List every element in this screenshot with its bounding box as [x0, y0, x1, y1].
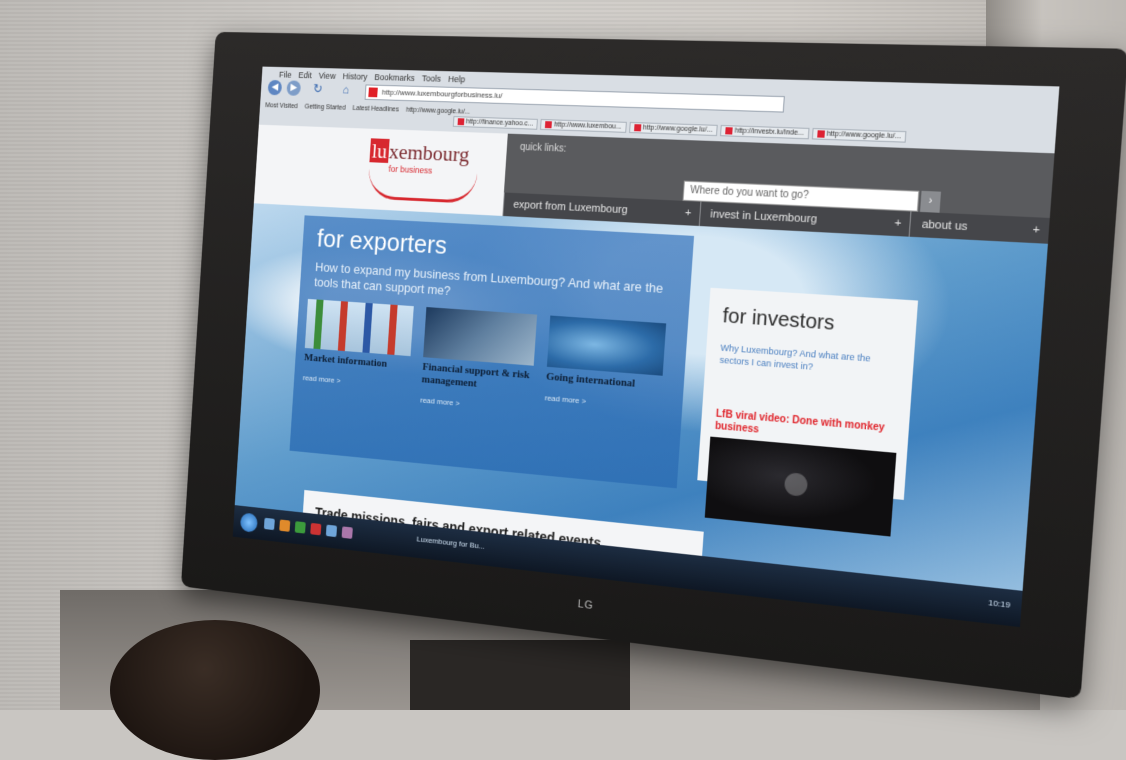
- menu-bar: File Edit View History Bookmarks Tools H…: [279, 70, 466, 84]
- monitor-stand: [410, 640, 630, 710]
- plus-icon: +: [684, 207, 692, 220]
- firefox-icon[interactable]: [279, 519, 291, 532]
- card-financial-support[interactable]: Financial support & risk management read…: [420, 307, 538, 414]
- monitor: File Edit View History Bookmarks Tools H…: [180, 31, 1126, 700]
- investors-description[interactable]: Why Luxembourg? And what are the sectors…: [719, 342, 897, 380]
- logo-swoosh-icon: [367, 168, 478, 204]
- monitor-brand-logo: LG: [577, 598, 595, 613]
- media-icon[interactable]: [294, 521, 306, 534]
- tab-favicon-icon: [725, 127, 733, 135]
- tab-label: http://finance.yahoo.c...: [465, 118, 534, 128]
- building-image: [423, 307, 538, 366]
- tab-favicon-icon: [457, 118, 465, 126]
- read-more-link[interactable]: read more >: [303, 373, 409, 390]
- play-icon[interactable]: [783, 472, 809, 497]
- investors-panel: for investors Why Luxembourg? And what a…: [697, 287, 919, 537]
- globe-image: [546, 315, 667, 376]
- menu-bookmarks[interactable]: Bookmarks: [374, 72, 415, 83]
- site-header-left: luxembourg for business: [253, 124, 508, 216]
- address-text: http://www.luxembourgforbusiness.lu/: [381, 87, 503, 101]
- taskbar-quicklaunch: [263, 517, 353, 539]
- card-title: Financial support & risk management: [421, 361, 531, 390]
- exporters-title[interactable]: for exporters: [316, 224, 448, 261]
- logo-prefix: lu: [369, 138, 390, 164]
- folder-icon[interactable]: [325, 524, 338, 538]
- read-more-link[interactable]: read more >: [545, 393, 661, 412]
- favicon-icon: [368, 87, 378, 98]
- menu-file[interactable]: File: [279, 70, 292, 80]
- video-player[interactable]: [704, 436, 897, 537]
- menu-history[interactable]: History: [342, 71, 367, 81]
- system-clock[interactable]: 10:19: [988, 598, 1011, 610]
- card-going-international[interactable]: Going international read more >: [544, 315, 667, 426]
- app-icon[interactable]: [310, 522, 322, 536]
- bookmark-latest-headlines[interactable]: Latest Headlines: [352, 105, 399, 113]
- menu-help[interactable]: Help: [448, 74, 466, 84]
- exporter-cards: Market information read more > Financial…: [302, 298, 667, 426]
- tab-label: http://www.luxembou...: [553, 121, 622, 132]
- read-more-link[interactable]: read more >: [420, 396, 531, 414]
- bookmark-getting-started[interactable]: Getting Started: [304, 104, 345, 112]
- menu-edit[interactable]: Edit: [298, 70, 312, 80]
- nav-export-label: export from Luxembourg: [512, 198, 628, 217]
- menu-view[interactable]: View: [318, 71, 335, 81]
- explorer-icon[interactable]: [263, 517, 275, 531]
- tab-luxembourg[interactable]: http://www.luxembou...: [540, 119, 627, 134]
- tab-investx[interactable]: http://investx.lu/inde...: [720, 124, 810, 140]
- site-logo[interactable]: luxembourg for business: [367, 138, 489, 204]
- menu-tools[interactable]: Tools: [422, 73, 442, 83]
- person-head: [110, 620, 320, 760]
- back-button[interactable]: ◀: [267, 79, 283, 96]
- taskbar-active-window[interactable]: Luxembourg for Bu...: [416, 535, 485, 551]
- bookmark-most-visited[interactable]: Most Visited: [265, 102, 298, 110]
- tab-yahoo[interactable]: http://finance.yahoo.c...: [452, 116, 539, 131]
- plus-icon: +: [894, 217, 902, 230]
- forward-button[interactable]: ▶: [286, 80, 302, 96]
- bookmark-google[interactable]: http://www.google.lu/...: [406, 107, 470, 116]
- exporters-panel: for exporters How to expand my business …: [289, 215, 695, 489]
- word-icon[interactable]: [341, 526, 353, 539]
- logo-main: xembourg: [388, 139, 471, 167]
- screen: File Edit View History Bookmarks Tools H…: [232, 66, 1060, 628]
- tab-google-1[interactable]: http://www.google.lu/...: [628, 121, 718, 137]
- flags-image: [304, 298, 414, 357]
- card-market-information[interactable]: Market information read more >: [302, 298, 414, 403]
- investors-title[interactable]: for investors: [722, 305, 835, 336]
- reload-icon[interactable]: ↻: [310, 81, 325, 97]
- tab-label: http://www.google.lu/...: [642, 124, 713, 135]
- nav-invest-label: invest in Luxembourg: [709, 208, 818, 226]
- start-button[interactable]: [239, 512, 258, 533]
- search-button[interactable]: ›: [920, 190, 942, 213]
- tab-favicon-icon: [817, 130, 825, 138]
- tab-favicon-icon: [545, 121, 553, 129]
- plus-icon: +: [1032, 223, 1041, 237]
- tab-label: http://investx.lu/inde...: [734, 127, 805, 138]
- nav-about-label: about us: [921, 218, 968, 234]
- tab-google-2[interactable]: http://www.google.lu/...: [811, 128, 907, 144]
- home-icon[interactable]: ⌂: [338, 82, 353, 98]
- tab-favicon-icon: [633, 124, 642, 132]
- quick-links[interactable]: quick links:: [520, 142, 567, 155]
- tab-label: http://www.google.lu/...: [826, 130, 902, 141]
